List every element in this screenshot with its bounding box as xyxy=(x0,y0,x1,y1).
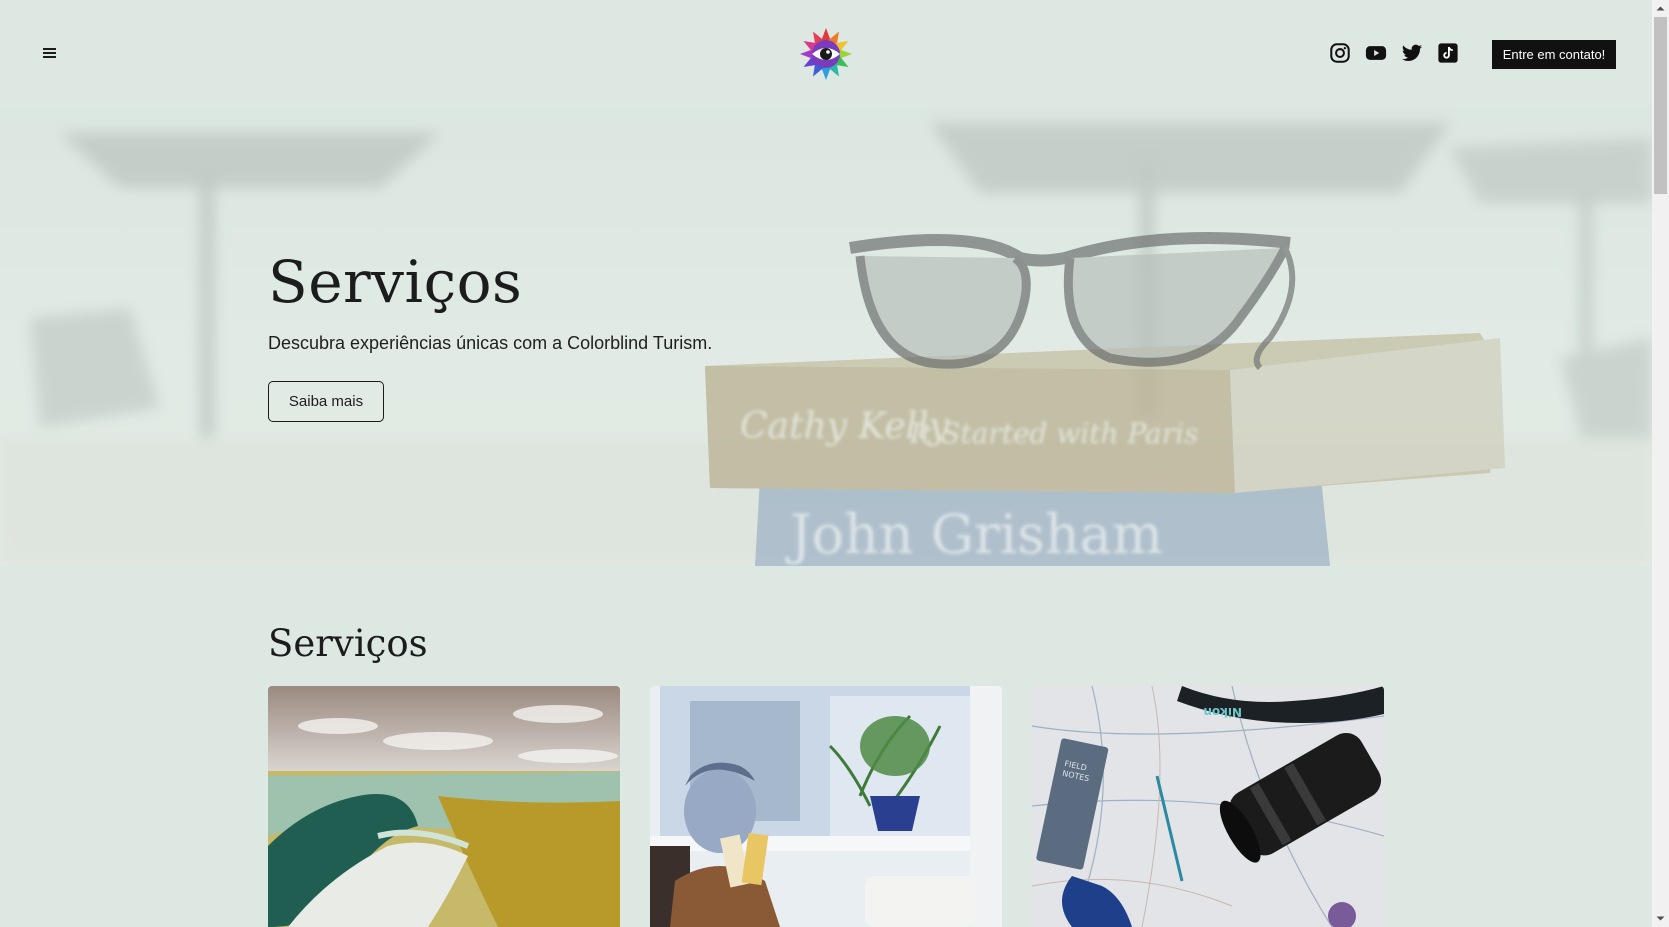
hamburger-menu-icon[interactable] xyxy=(43,48,56,58)
site-header: Entre em contato! xyxy=(0,0,1652,108)
hero-banner: Cathy Kelly It Started with Paris John G… xyxy=(0,108,1652,566)
man-holding-tickets-photo xyxy=(650,686,1002,927)
hero-title: Serviços xyxy=(268,248,523,316)
map-camera-notebook-photo: Nikon FIELD NOTES xyxy=(1032,686,1384,927)
scrollbar-thumb[interactable] xyxy=(1654,17,1667,194)
rainbow-eye-logo[interactable] xyxy=(799,27,853,81)
service-card-travel-gear[interactable]: Nikon FIELD NOTES xyxy=(1032,686,1384,927)
aerial-beach-photo xyxy=(268,686,620,927)
services-title: Serviços xyxy=(268,622,428,665)
instagram-icon[interactable] xyxy=(1329,42,1351,64)
tiktok-icon[interactable] xyxy=(1437,42,1459,64)
saiba-mais-button[interactable]: Saiba mais xyxy=(268,381,384,422)
scroll-down-arrow-icon[interactable] xyxy=(1652,910,1669,927)
svg-text:Nikon: Nikon xyxy=(1203,705,1242,719)
service-card-tickets[interactable] xyxy=(650,686,1002,927)
contact-button[interactable]: Entre em contato! xyxy=(1492,40,1616,69)
scroll-up-arrow-icon[interactable] xyxy=(1652,0,1669,17)
social-links xyxy=(1329,42,1459,66)
service-card-beach[interactable] xyxy=(268,686,620,927)
hero-subtitle: Descubra experiências únicas com a Color… xyxy=(268,333,713,353)
hero-background-image: Cathy Kelly It Started with Paris John G… xyxy=(0,108,1652,566)
youtube-icon[interactable] xyxy=(1365,42,1387,64)
twitter-icon[interactable] xyxy=(1401,42,1423,64)
page-scrollbar[interactable] xyxy=(1652,0,1669,927)
